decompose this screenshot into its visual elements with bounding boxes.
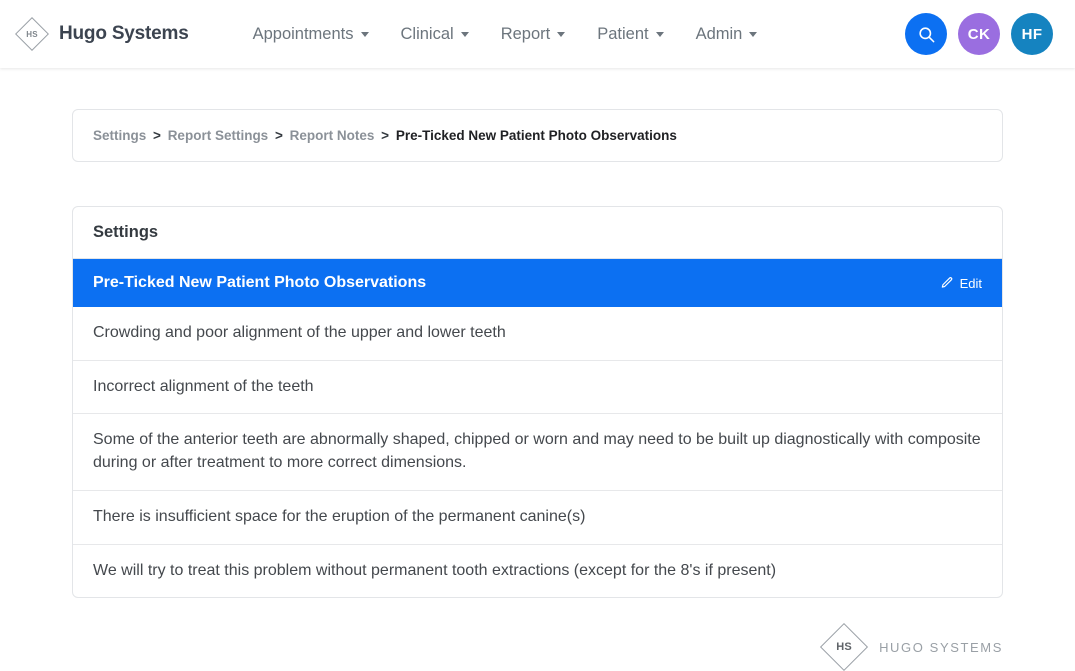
avatar-initials: HF — [1022, 26, 1043, 43]
nav-item-label: Report — [501, 25, 551, 44]
footer-logo: HS HUGO SYSTEMS — [820, 623, 1003, 671]
edit-button[interactable]: Edit — [940, 276, 982, 291]
note-row[interactable]: We will try to treat this problem withou… — [73, 545, 1002, 598]
active-note-group-title: Pre-Ticked New Patient Photo Observation… — [93, 274, 426, 292]
nav-item-report[interactable]: Report — [485, 17, 582, 52]
chevron-down-icon — [749, 32, 757, 37]
settings-card-title: Settings — [73, 207, 1002, 259]
nav-item-clinical[interactable]: Clinical — [385, 17, 485, 52]
nav-item-appointments[interactable]: Appointments — [237, 17, 385, 52]
nav-item-label: Admin — [696, 25, 743, 44]
search-icon — [917, 25, 936, 44]
breadcrumb-separator: > — [275, 128, 283, 143]
note-row[interactable]: There is insufficient space for the erup… — [73, 491, 1002, 545]
main-menu: Appointments Clinical Report Patient Adm… — [237, 17, 774, 52]
nav-item-patient[interactable]: Patient — [581, 17, 679, 52]
top-navigation-bar: HS Hugo Systems Appointments Clinical Re… — [0, 0, 1075, 68]
logo-initials: HS — [14, 16, 50, 52]
note-row[interactable]: Crowding and poor alignment of the upper… — [73, 307, 1002, 361]
breadcrumb: Settings > Report Settings > Report Note… — [72, 109, 1003, 162]
nav-item-label: Patient — [597, 25, 648, 44]
breadcrumb-separator: > — [381, 128, 389, 143]
settings-card: Settings Pre-Ticked New Patient Photo Ob… — [72, 206, 1003, 598]
footer-logo-initials: HS — [820, 623, 868, 671]
breadcrumb-item-settings[interactable]: Settings — [93, 128, 146, 143]
avatar-hf[interactable]: HF — [1011, 13, 1053, 55]
edit-button-label: Edit — [960, 276, 982, 291]
avatar-initials: CK — [968, 26, 990, 43]
chevron-down-icon — [461, 32, 469, 37]
hugo-diamond-logo-icon: HS — [14, 16, 50, 52]
breadcrumb-item-report-notes[interactable]: Report Notes — [290, 128, 375, 143]
chevron-down-icon — [656, 32, 664, 37]
hugo-diamond-logo-icon: HS — [820, 623, 868, 671]
nav-item-label: Clinical — [401, 25, 454, 44]
search-button[interactable] — [905, 13, 947, 55]
active-note-group-row[interactable]: Pre-Ticked New Patient Photo Observation… — [73, 259, 1002, 307]
avatar-ck[interactable]: CK — [958, 13, 1000, 55]
nav-item-label: Appointments — [253, 25, 354, 44]
chevron-down-icon — [557, 32, 565, 37]
brand-home-link[interactable]: HS Hugo Systems — [14, 16, 189, 52]
pencil-icon — [940, 276, 954, 290]
note-row[interactable]: Incorrect alignment of the teeth — [73, 361, 1002, 415]
chevron-down-icon — [361, 32, 369, 37]
breadcrumb-separator: > — [153, 128, 161, 143]
content-container: Settings > Report Settings > Report Note… — [72, 109, 1003, 598]
page-content: Settings > Report Settings > Report Note… — [0, 109, 1075, 671]
note-row[interactable]: Some of the anterior teeth are abnormall… — [73, 414, 1002, 490]
footer: HS HUGO SYSTEMS — [72, 623, 1003, 671]
top-bar-actions: CK HF — [905, 13, 1053, 55]
brand-name: Hugo Systems — [59, 23, 189, 45]
nav-item-admin[interactable]: Admin — [680, 17, 774, 52]
breadcrumb-item-current: Pre-Ticked New Patient Photo Observation… — [396, 128, 677, 143]
breadcrumb-item-report-settings[interactable]: Report Settings — [168, 128, 269, 143]
